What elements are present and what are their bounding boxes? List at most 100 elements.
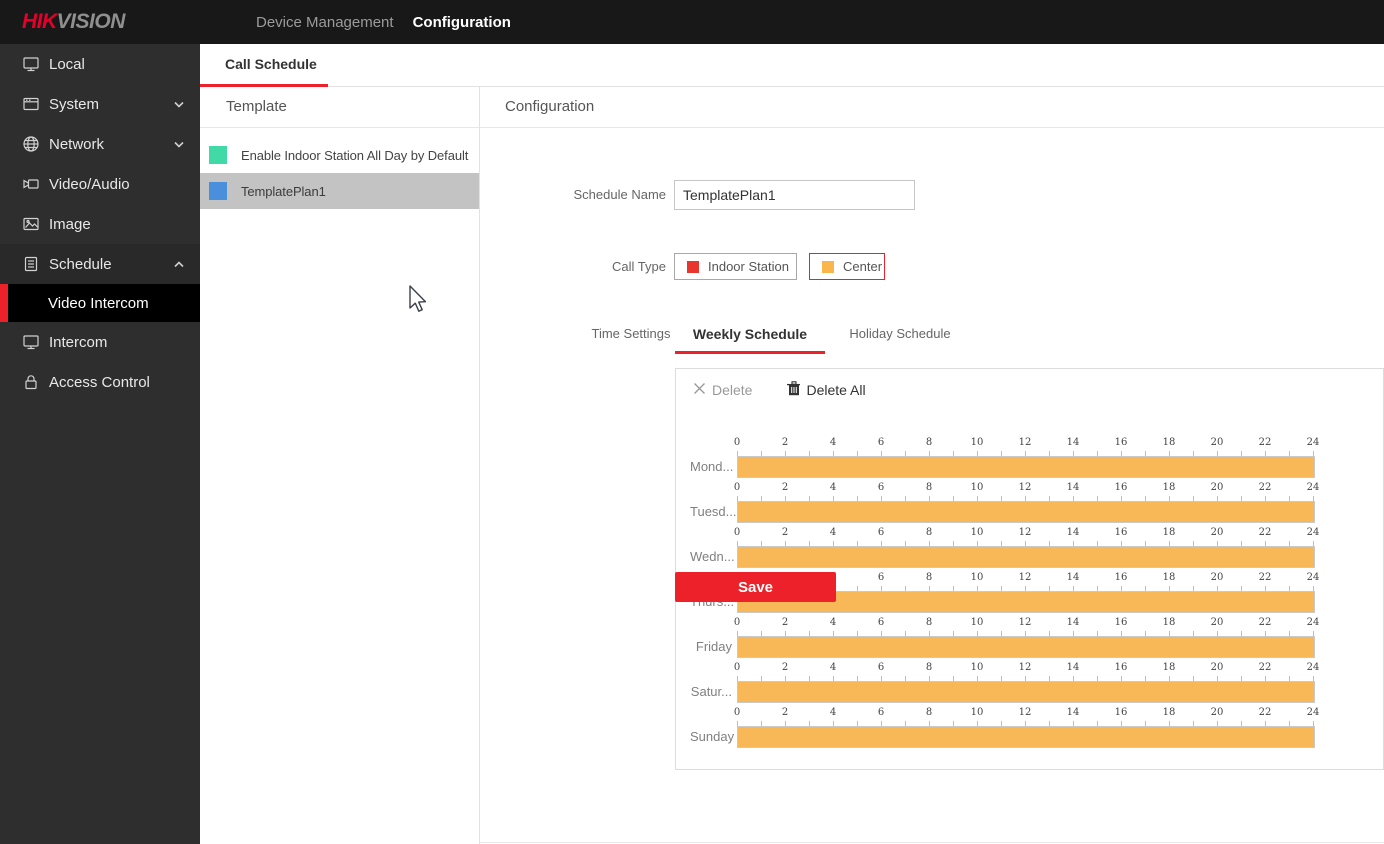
- hour-ruler: 024681012141618202224: [737, 707, 1315, 726]
- hour-tick-label: 12: [1013, 482, 1037, 493]
- sidebar-item-schedule[interactable]: Schedule: [0, 244, 200, 284]
- hour-tick-label: 4: [821, 482, 845, 493]
- center-swatch: [822, 261, 834, 273]
- sidebar-item-label: Local: [49, 56, 85, 73]
- hour-tick-label: 10: [965, 707, 989, 718]
- hour-tick-label: 16: [1109, 482, 1133, 493]
- sidebar-item-local[interactable]: Local: [0, 44, 200, 84]
- template-item-label: TemplatePlan1: [241, 184, 326, 199]
- hour-tick-label: 0: [725, 617, 749, 628]
- hour-tick-label: 16: [1109, 437, 1133, 448]
- day-row-mond: Mond...024681012141618202224: [690, 436, 1370, 481]
- schedule-icon: [22, 255, 40, 273]
- hour-tick-label: 10: [965, 617, 989, 628]
- sidebar-item-label: Access Control: [49, 374, 150, 391]
- schedule-track[interactable]: [737, 726, 1315, 748]
- schedule-bar[interactable]: [738, 682, 1314, 702]
- lock-icon: [22, 373, 40, 391]
- schedule-track[interactable]: [737, 456, 1315, 478]
- hour-tick-label: 8: [917, 527, 941, 538]
- hour-tick-label: 2: [773, 482, 797, 493]
- hour-tick-label: 14: [1061, 572, 1085, 583]
- schedule-bar[interactable]: [738, 502, 1314, 522]
- template-item-enable-indoor-station-all-day-by-default[interactable]: Enable Indoor Station All Day by Default: [200, 137, 479, 173]
- bottom-divider: [480, 842, 1384, 843]
- hour-tick-label: 12: [1013, 707, 1037, 718]
- tab-call-schedule[interactable]: Call Schedule: [225, 44, 317, 85]
- chevron-down-icon: [174, 141, 184, 148]
- monitor-icon: [22, 333, 40, 351]
- hour-tick-label: 6: [869, 527, 893, 538]
- configuration-panel: Configuration Schedule Name Call Type In…: [480, 87, 1384, 844]
- monitor-icon: [22, 55, 40, 73]
- template-color-swatch: [209, 182, 227, 200]
- hour-tick-label: 12: [1013, 662, 1037, 673]
- schedule-bar[interactable]: [738, 457, 1314, 477]
- sidebar-item-network[interactable]: Network: [0, 124, 200, 164]
- schedule-track[interactable]: [737, 681, 1315, 703]
- day-row-tuesd: Tuesd...024681012141618202224: [690, 481, 1370, 526]
- schedule-bar[interactable]: [738, 637, 1314, 657]
- hour-tick-label: 4: [821, 662, 845, 673]
- template-panel-header: Template: [200, 87, 479, 128]
- sidebar-nav: Local System Network Video/Audio Image Schedu…: [0, 44, 200, 844]
- tab-weekly-schedule[interactable]: Weekly Schedule: [675, 324, 825, 344]
- sidebar-item-intercom[interactable]: Intercom: [0, 322, 200, 362]
- hour-tick-label: 20: [1205, 437, 1229, 448]
- hour-tick-label: 6: [869, 707, 893, 718]
- hour-tick-label: 20: [1205, 482, 1229, 493]
- delete-all-button[interactable]: Delete All: [786, 381, 865, 399]
- template-list: Enable Indoor Station All Day by Default…: [200, 128, 479, 209]
- schedule-bar[interactable]: [738, 727, 1314, 747]
- sidebar-item-label: Intercom: [49, 334, 107, 351]
- call-type-indoor-station-button[interactable]: Indoor Station: [674, 253, 797, 280]
- top-tab-device-management[interactable]: Device Management: [256, 14, 394, 31]
- day-row-sunday: Sunday024681012141618202224: [690, 706, 1370, 751]
- hour-tick-label: 24: [1301, 662, 1325, 673]
- hour-tick-label: 2: [773, 662, 797, 673]
- chevron-up-icon: [174, 261, 184, 268]
- top-tab-configuration[interactable]: Configuration: [413, 14, 511, 31]
- configuration-body: Schedule Name Call Type Indoor Station C…: [480, 128, 1384, 844]
- hour-tick-label: 4: [821, 707, 845, 718]
- sidebar-item-label: Image: [49, 216, 91, 233]
- hour-tick-label: 20: [1205, 527, 1229, 538]
- delete-button[interactable]: Delete: [693, 382, 752, 398]
- sidebar-item-access-control[interactable]: Access Control: [0, 362, 200, 402]
- hour-tick-label: 12: [1013, 437, 1037, 448]
- sidebar-item-image[interactable]: Image: [0, 204, 200, 244]
- tab-time-settings[interactable]: Time Settings: [576, 324, 686, 344]
- sidebar-item-video-intercom[interactable]: Video Intercom: [0, 284, 200, 322]
- tab-holiday-schedule[interactable]: Holiday Schedule: [835, 324, 965, 344]
- hour-tick-label: 2: [773, 527, 797, 538]
- hour-tick-label: 18: [1157, 617, 1181, 628]
- hour-tick-label: 14: [1061, 482, 1085, 493]
- hour-tick-label: 20: [1205, 617, 1229, 628]
- sidebar-item-label: Video/Audio: [49, 176, 130, 193]
- call-type-label: Call Type: [480, 253, 666, 280]
- schedule-bar[interactable]: [738, 547, 1314, 567]
- schedule-name-label: Schedule Name: [480, 180, 666, 210]
- hour-tick-label: 14: [1061, 707, 1085, 718]
- page-tabbar: Call Schedule: [200, 44, 1384, 87]
- template-item-templateplan1[interactable]: TemplatePlan1: [200, 173, 479, 209]
- call-type-center-button[interactable]: Center: [809, 253, 885, 280]
- system-icon: [22, 95, 40, 113]
- sidebar-item-system[interactable]: System: [0, 84, 200, 124]
- hour-tick-label: 12: [1013, 572, 1037, 583]
- sidebar-item-label: Network: [49, 136, 104, 153]
- save-button[interactable]: Save: [675, 572, 836, 602]
- schedule-track[interactable]: [737, 636, 1315, 658]
- hour-tick-label: 22: [1253, 482, 1277, 493]
- sidebar-item-video-audio[interactable]: Video/Audio: [0, 164, 200, 204]
- template-panel: Template Enable Indoor Station All Day b…: [200, 87, 480, 844]
- schedule-name-input[interactable]: [674, 180, 915, 210]
- day-row-friday: Friday024681012141618202224: [690, 616, 1370, 661]
- hour-tick-label: 2: [773, 707, 797, 718]
- hour-tick-label: 22: [1253, 707, 1277, 718]
- schedule-track[interactable]: [737, 546, 1315, 568]
- hour-tick-label: 22: [1253, 617, 1277, 628]
- logo-hik: HIK: [22, 10, 57, 34]
- hour-tick-label: 16: [1109, 527, 1133, 538]
- schedule-track[interactable]: [737, 501, 1315, 523]
